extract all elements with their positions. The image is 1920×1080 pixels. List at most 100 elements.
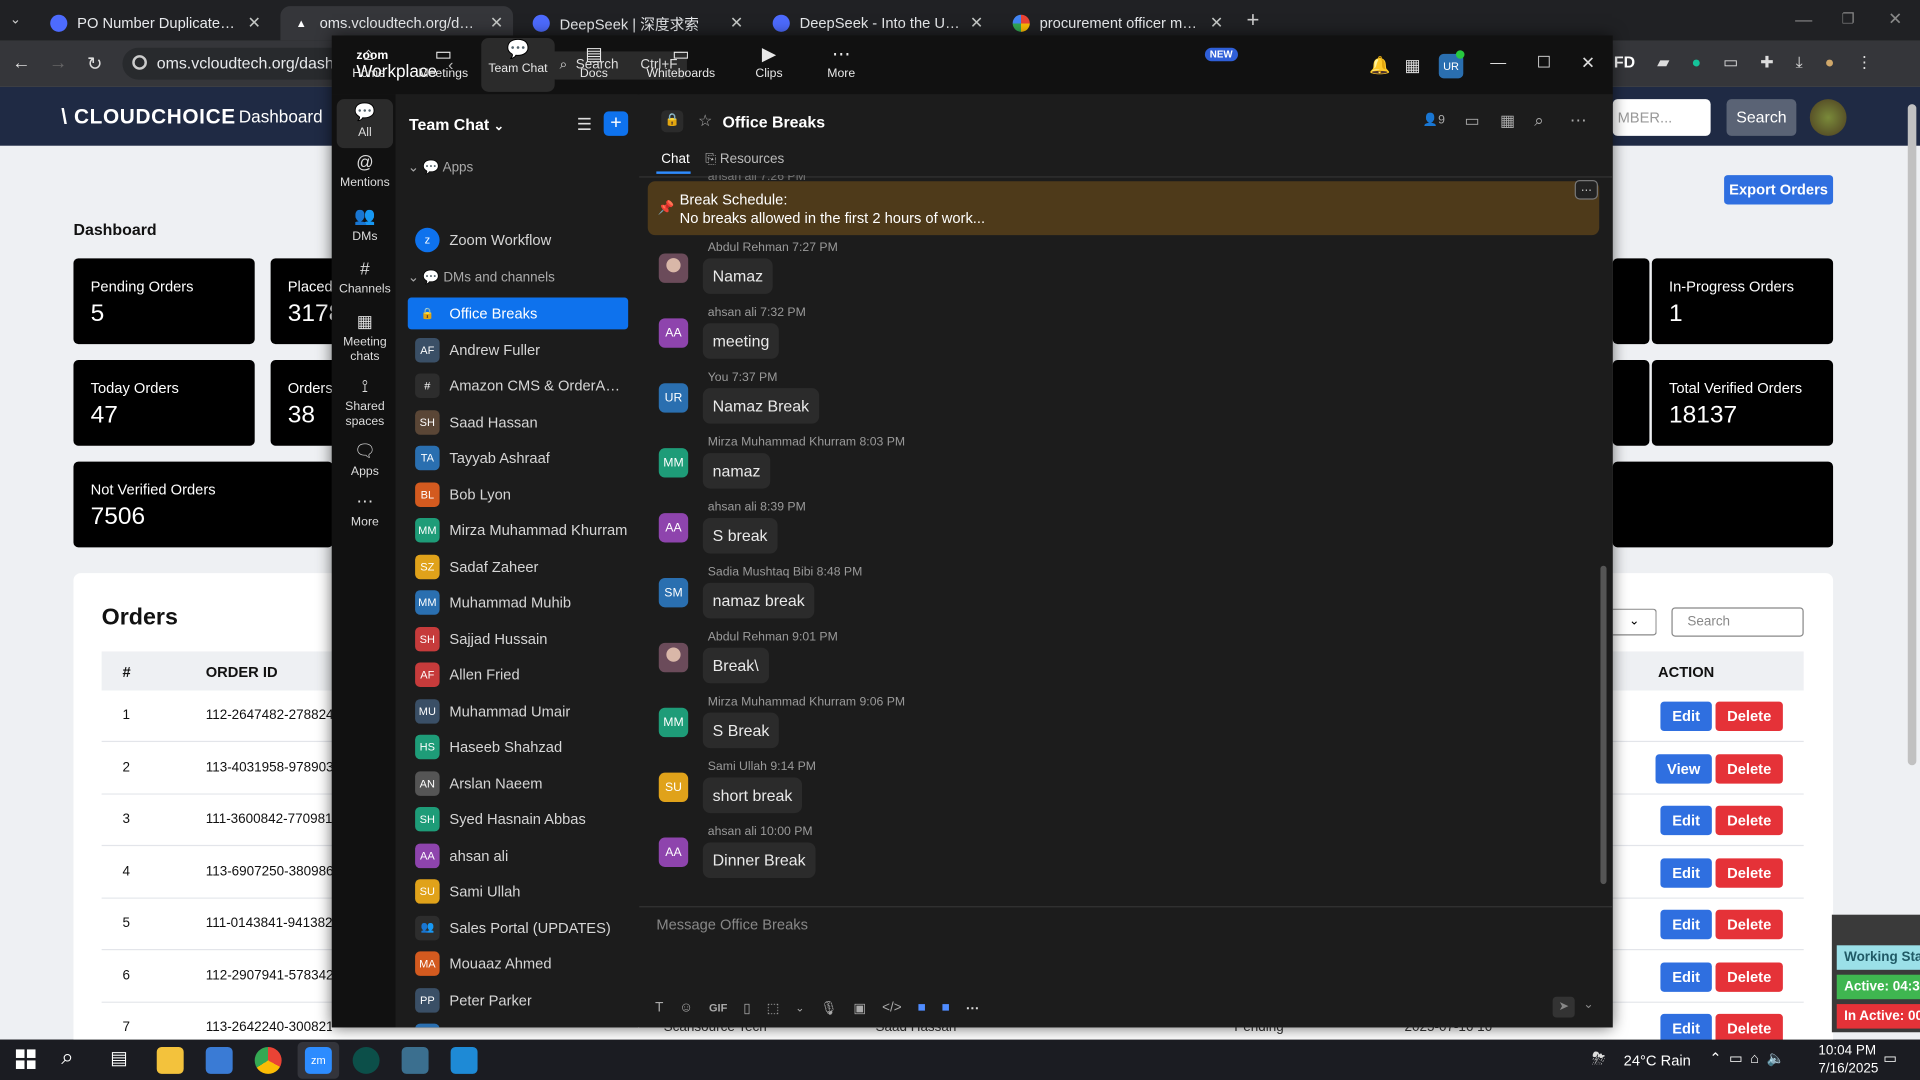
microphone-icon[interactable]: 🎙 bbox=[820, 1000, 837, 1016]
system-tray-icons[interactable]: ⌃▭⌂🔈 bbox=[1709, 1049, 1792, 1066]
user-avatar[interactable] bbox=[1809, 99, 1847, 136]
notifications-bell-icon[interactable]: 🔔 bbox=[1369, 55, 1390, 76]
close-icon[interactable]: ✕ bbox=[247, 13, 260, 33]
list-item-office-breaks[interactable]: 🔒 Office Breaks bbox=[407, 297, 629, 330]
format-text-icon[interactable]: T bbox=[655, 1000, 663, 1015]
chat-search-icon[interactable]: ⌕ bbox=[1534, 110, 1544, 131]
delete-button[interactable]: Delete bbox=[1715, 961, 1783, 992]
edit-button[interactable]: Edit bbox=[1660, 961, 1712, 992]
chat-message[interactable]: AA ahsan ali 8:39 PM S break bbox=[658, 501, 1565, 562]
rail-mentions[interactable]: @ Mentions bbox=[337, 153, 393, 191]
pinned-message[interactable]: 📌 Break Schedule: No breaks allowed in t… bbox=[647, 180, 1600, 236]
zoom-minimize-button[interactable]: — bbox=[1490, 53, 1506, 71]
edit-button[interactable]: Edit bbox=[1660, 805, 1712, 836]
zoom-app-icon[interactable]: zm bbox=[304, 1046, 332, 1074]
edit-button[interactable]: Edit bbox=[1660, 701, 1712, 732]
edit-button[interactable]: Edit bbox=[1660, 909, 1712, 940]
zoom-nav-clips[interactable]: ▶ Clips bbox=[732, 43, 805, 92]
fd-extension-icon[interactable]: FD bbox=[1614, 53, 1635, 75]
chevron-down-icon[interactable]: ⌄ bbox=[795, 1001, 804, 1014]
list-item-zoom-workflow[interactable]: z Zoom Workflow bbox=[408, 224, 628, 256]
list-item[interactable]: BL Bob Lyon bbox=[408, 478, 628, 510]
avatar[interactable]: SM bbox=[658, 577, 689, 608]
tab-search-button[interactable]: ⌄ bbox=[10, 11, 32, 31]
chat-message[interactable]: MM Mirza Muhammad Khurram 8:03 PM namaz bbox=[658, 436, 1565, 497]
compose-plus-button[interactable]: + bbox=[603, 111, 629, 136]
taskbar-search-icon[interactable]: ⌕ bbox=[61, 1044, 73, 1070]
chat-scrollbar[interactable] bbox=[1600, 565, 1607, 885]
zoom-nav-more[interactable]: ⋯ More bbox=[804, 43, 877, 92]
app-icon[interactable] bbox=[352, 1046, 380, 1074]
avatar[interactable]: AA bbox=[658, 837, 689, 867]
list-item[interactable]: # Amazon CMS & OrderAuto... bbox=[408, 370, 628, 402]
chat-title[interactable]: Office Breaks bbox=[722, 113, 825, 131]
team-chat-title[interactable]: Team Chat ⌄ bbox=[409, 115, 504, 133]
chat-message[interactable]: SM Sadia Mushtaq Bibi 8:48 PM namaz break bbox=[658, 566, 1565, 627]
clock-date[interactable]: 7/16/2025 bbox=[1818, 1062, 1878, 1077]
list-item[interactable]: MM Mirza Muhammad Khurram bbox=[408, 514, 628, 546]
rail-more[interactable]: ⋯ More bbox=[337, 492, 393, 530]
chat-message[interactable]: Abdul Rehman 7:27 PM Namaz bbox=[658, 241, 1565, 302]
tab-chat[interactable]: Chat bbox=[661, 152, 689, 167]
pinned-more-icon[interactable]: ⋯ bbox=[1574, 180, 1598, 200]
close-icon[interactable]: ✕ bbox=[1210, 13, 1223, 33]
list-item[interactable]: AA ahsan ali bbox=[408, 839, 628, 871]
zoom-maximize-button[interactable]: ☐ bbox=[1537, 53, 1551, 73]
list-item[interactable]: MM Muhammad Muhib bbox=[408, 587, 628, 619]
app-icon[interactable]: ■ bbox=[917, 1000, 925, 1015]
rail-apps[interactable]: 🗨 Apps bbox=[337, 442, 393, 480]
avatar[interactable]: UR bbox=[658, 383, 689, 413]
close-icon[interactable]: ✕ bbox=[970, 13, 983, 33]
app-icon[interactable] bbox=[401, 1046, 429, 1074]
store-icon[interactable] bbox=[205, 1046, 233, 1074]
notification-center-icon[interactable]: ▭ bbox=[1883, 1049, 1897, 1066]
dm-section-header[interactable]: ⌄ 💬 DMs and channels bbox=[408, 269, 555, 286]
file-explorer-icon[interactable] bbox=[156, 1046, 184, 1074]
star-icon[interactable]: ☆ bbox=[698, 111, 712, 131]
vscode-icon[interactable] bbox=[450, 1046, 478, 1074]
browser-restore-button[interactable]: ❐ bbox=[1842, 10, 1855, 27]
rail-all[interactable]: 💬 All bbox=[336, 99, 394, 149]
edit-button[interactable]: Edit bbox=[1660, 857, 1712, 888]
browser-tab[interactable]: PO Number Duplicate Error Exp ✕ bbox=[38, 6, 271, 40]
list-item[interactable]: TA Tayyab Ashraaf bbox=[408, 442, 628, 474]
close-icon[interactable]: ✕ bbox=[490, 13, 503, 33]
download-icon[interactable]: ⤓ bbox=[1796, 53, 1803, 75]
chat-message[interactable]: Abdul Rehman 9:01 PM Break\ bbox=[658, 631, 1565, 692]
delete-button[interactable]: Delete bbox=[1715, 857, 1783, 888]
video-call-icon[interactable]: ▭ bbox=[1465, 111, 1480, 131]
zoom-nav-team-chat[interactable]: 💬 Team Chat bbox=[481, 37, 555, 92]
view-button[interactable]: View bbox=[1655, 753, 1712, 784]
delete-button[interactable]: Delete bbox=[1715, 753, 1783, 784]
send-options-icon[interactable]: ⌄ bbox=[1583, 998, 1593, 1011]
close-icon[interactable]: ✕ bbox=[730, 13, 743, 33]
browser-minimize-button[interactable]: — bbox=[1795, 10, 1812, 30]
list-item[interactable]: PP Peter Parker bbox=[408, 984, 628, 1016]
delete-button[interactable]: Delete bbox=[1715, 805, 1783, 836]
chat-message[interactable]: AA ahsan ali 7:32 PM meeting bbox=[658, 306, 1565, 367]
po-search-button[interactable]: Search bbox=[1726, 99, 1797, 136]
more-icon[interactable]: ⋯ bbox=[966, 1000, 979, 1016]
grammarly-icon[interactable]: ● bbox=[1691, 53, 1701, 75]
export-orders-button[interactable]: Export Orders bbox=[1724, 175, 1834, 205]
chat-message[interactable]: SU Sami Ullah 9:14 PM short break bbox=[658, 760, 1565, 821]
send-button[interactable]: ➤ bbox=[1552, 996, 1575, 1018]
chat-message[interactable]: MM Mirza Muhammad Khurram 9:06 PM S Break bbox=[658, 696, 1565, 757]
zoom-nav-meetings[interactable]: ▭ Meetings bbox=[407, 43, 480, 92]
site-logo[interactable]: \ CLOUDCHOICE bbox=[61, 105, 236, 129]
profile-avatar-icon[interactable]: ● bbox=[1825, 53, 1835, 75]
rail-dms[interactable]: 👥 DMs bbox=[337, 207, 393, 245]
emoji-icon[interactable]: ☺ bbox=[679, 1000, 693, 1015]
list-item[interactable]: SU Sami Ullah bbox=[408, 876, 628, 908]
calendar-icon[interactable]: ▦ bbox=[1500, 111, 1515, 131]
browser-close-button[interactable]: ✕ bbox=[1888, 9, 1902, 30]
list-item[interactable]: SZ Sadaf Zaheer bbox=[408, 550, 628, 582]
weather-text[interactable]: 24°C Rain bbox=[1624, 1052, 1691, 1069]
screenshot-icon[interactable]: ⬚ bbox=[767, 1000, 780, 1016]
list-item[interactable]: SH Syed Hasnain Abbas bbox=[408, 803, 628, 835]
task-view-icon[interactable]: ▤ bbox=[110, 1047, 127, 1069]
clock-time[interactable]: 10:04 PM bbox=[1818, 1043, 1876, 1058]
extension-icon[interactable]: ▭ bbox=[1723, 53, 1738, 75]
delete-button[interactable]: Delete bbox=[1715, 909, 1783, 940]
avatar[interactable]: AA bbox=[658, 318, 689, 348]
